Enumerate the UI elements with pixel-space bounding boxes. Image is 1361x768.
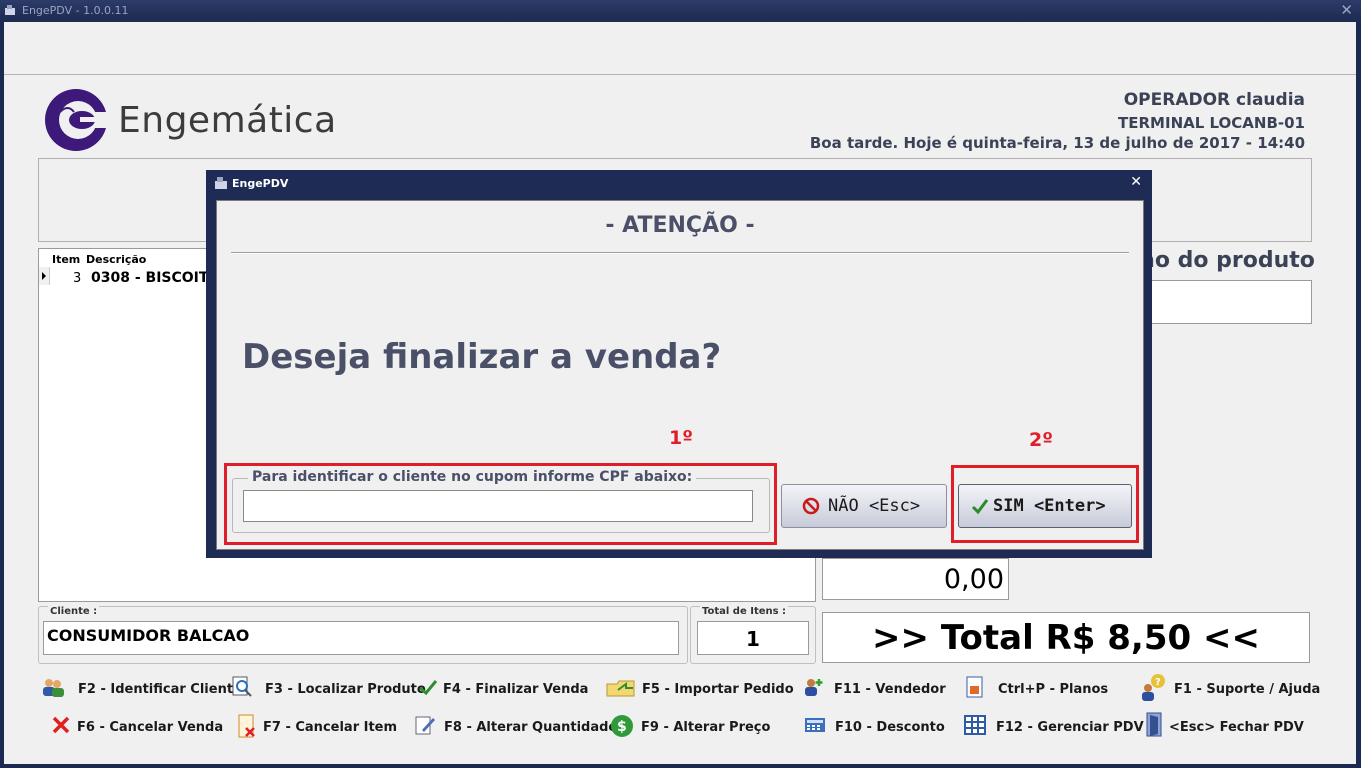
dialog-close-button[interactable]: ✕ bbox=[1130, 174, 1142, 190]
window-title: EngePDV - 1.0.0.11 bbox=[22, 4, 129, 17]
shortcut-f5-label: F5 - Importar Pedido bbox=[642, 682, 794, 697]
grid-icon bbox=[964, 715, 986, 735]
yes-button-label: SIM <Enter> bbox=[993, 496, 1106, 516]
window-close-button[interactable]: ✕ bbox=[1340, 1, 1353, 19]
shortcut-f1-label: F1 - Suporte / Ajuda bbox=[1174, 682, 1321, 697]
shortcut-f10-label: F10 - Desconto bbox=[835, 720, 945, 735]
check-icon bbox=[419, 680, 438, 696]
grid-header-descricao: Descrição bbox=[86, 253, 147, 266]
operator-name: OPERADOR claudia bbox=[1123, 90, 1305, 110]
folder-import-icon bbox=[606, 680, 635, 697]
shortcut-f8-label: F8 - Alterar Quantidade bbox=[444, 720, 618, 735]
greeting-date: Boa tarde. Hoje é quinta-feira, 13 de ju… bbox=[809, 134, 1305, 152]
dialog-heading: - ATENÇÃO - bbox=[605, 213, 755, 238]
add-user-icon bbox=[805, 679, 823, 696]
dialog-titlebar: EngePDV ✕ bbox=[206, 170, 1152, 196]
confirm-dialog: EngePDV ✕ - ATENÇÃO - Deseja finalizar a… bbox=[206, 170, 1152, 558]
grid-row-descricao: 0308 - BISCOIT bbox=[91, 270, 209, 286]
calculator-icon bbox=[805, 718, 825, 732]
app-icon bbox=[5, 5, 15, 15]
cpf-input[interactable] bbox=[243, 490, 753, 522]
shortcut-f11-label: F11 - Vendedor bbox=[834, 682, 946, 697]
no-button-label: NÃO <Esc> bbox=[828, 496, 921, 516]
row-indicator bbox=[39, 267, 50, 285]
search-doc-icon bbox=[232, 676, 252, 697]
svg-text:?: ? bbox=[1155, 677, 1161, 688]
users-icon bbox=[43, 679, 64, 697]
cancel-circle-icon bbox=[802, 497, 820, 515]
shortcut-f9-label: F9 - Alterar Preço bbox=[641, 720, 771, 735]
shortcuts-row-2: F6 - Cancelar Venda F7 - Cancelar Item F… bbox=[42, 712, 1322, 742]
no-esc-button[interactable]: NÃO <Esc> bbox=[781, 484, 947, 528]
shortcut-f3-label: F3 - Localizar Produto bbox=[265, 682, 426, 697]
dialog-body: - ATENÇÃO - Deseja finalizar a venda? 1º… bbox=[216, 200, 1144, 550]
shortcut-f12-label: F12 - Gerenciar PDV bbox=[996, 720, 1144, 735]
shortcut-esc-close-label: <Esc> Fechar PDV bbox=[1169, 720, 1304, 735]
help-icon: ? bbox=[1142, 674, 1165, 701]
engematica-logo-icon bbox=[45, 89, 116, 151]
dollar-icon: $ bbox=[611, 715, 633, 737]
yes-enter-button[interactable]: SIM <Enter> bbox=[958, 484, 1132, 528]
logo-text: Engemática bbox=[118, 100, 337, 141]
client-field[interactable]: CONSUMIDOR BALCAO bbox=[43, 621, 679, 655]
edit-icon bbox=[415, 716, 435, 735]
terminal-name: TERMINAL LOCANB-01 bbox=[1118, 114, 1305, 132]
door-exit-icon bbox=[1146, 712, 1162, 737]
window-titlebar: EngePDV - 1.0.0.11 ✕ bbox=[0, 0, 1361, 22]
cancel-item-icon bbox=[238, 714, 255, 738]
cpf-label: Para identificar o cliente no cupom info… bbox=[248, 469, 697, 485]
document-icon bbox=[966, 676, 983, 698]
step-1-label: 1º bbox=[669, 427, 693, 449]
shortcut-f4-label: F4 - Finalizar Venda bbox=[443, 682, 589, 697]
shortcut-ctrl-p-label: Ctrl+P - Planos bbox=[998, 682, 1109, 697]
shortcut-f2-label: F2 - Identificar Cliente bbox=[78, 682, 242, 697]
step-2-label: 2º bbox=[1029, 429, 1053, 451]
x-icon bbox=[52, 716, 70, 734]
dialog-separator bbox=[231, 252, 1129, 254]
product-description-label: ão do produto bbox=[1140, 248, 1315, 273]
client-label: Cliente : bbox=[48, 606, 100, 617]
shortcuts-row-1: F2 - Identificar Cliente F3 - Localizar … bbox=[42, 674, 1322, 704]
dialog-app-icon bbox=[215, 177, 227, 189]
dialog-title: EngePDV bbox=[232, 177, 289, 190]
total-display: >> Total R$ 8,50 << bbox=[822, 612, 1310, 663]
shortcut-f7-label: F7 - Cancelar Item bbox=[263, 720, 398, 735]
check-icon bbox=[971, 499, 989, 515]
grid-header-item: Item bbox=[52, 253, 81, 266]
total-items-field: 1 bbox=[697, 621, 809, 655]
top-strip bbox=[4, 22, 1356, 75]
product-description-field bbox=[1140, 280, 1312, 324]
svg-text:$: $ bbox=[617, 719, 627, 735]
dialog-question: Deseja finalizar a venda? bbox=[242, 337, 722, 377]
subtotal-field: 0,00 bbox=[822, 558, 1009, 600]
total-items-label: Total de Itens : bbox=[700, 606, 789, 617]
grid-row-item: 3 bbox=[73, 271, 82, 286]
row-pointer-icon bbox=[42, 272, 46, 280]
shortcut-f6-label: F6 - Cancelar Venda bbox=[77, 720, 224, 735]
